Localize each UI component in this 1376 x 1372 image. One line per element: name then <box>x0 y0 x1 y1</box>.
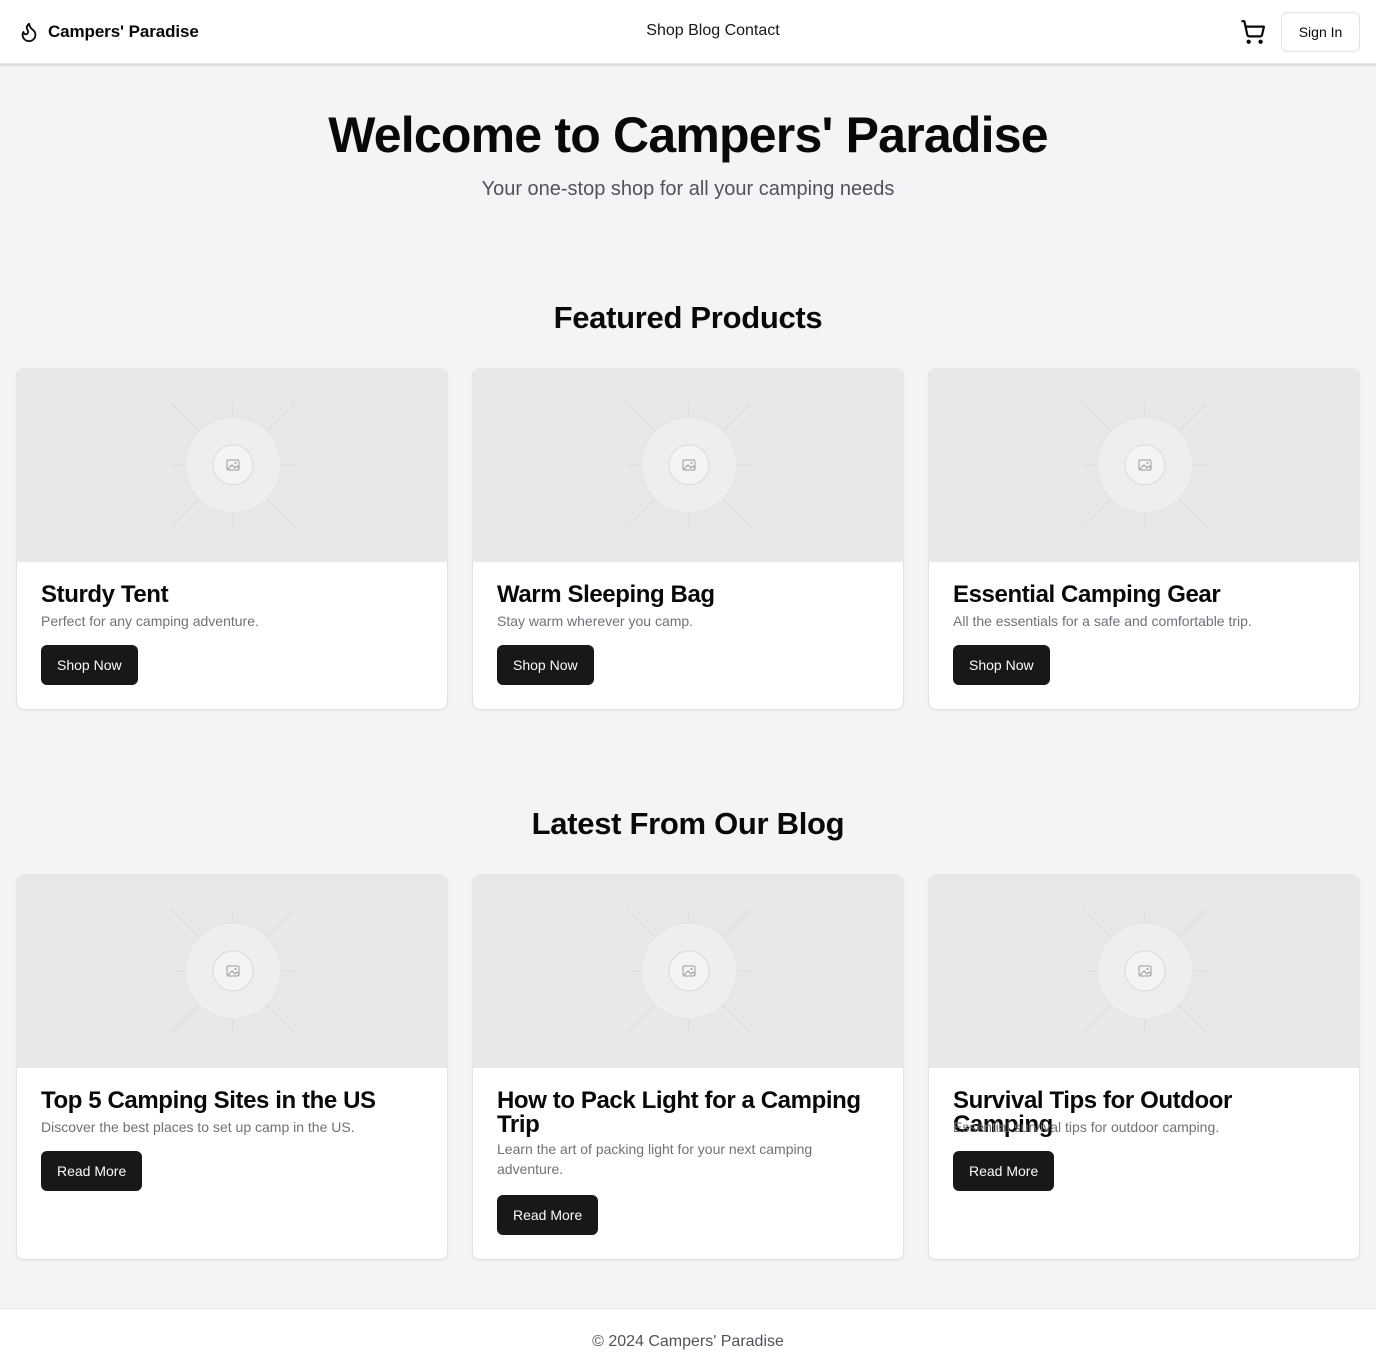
image-placeholder-icon <box>626 908 752 1034</box>
product-description: All the essentials for a safe and comfor… <box>953 613 1252 629</box>
product-title: Essential Camping Gear <box>953 581 1221 608</box>
image-placeholder-icon <box>1082 402 1208 528</box>
nav-link-blog[interactable]: Blog <box>688 22 720 39</box>
blog-title: How to Pack Light for a Camping Trip <box>497 1087 861 1138</box>
product-card: Essential Camping Gear All the essential… <box>928 368 1360 710</box>
image-placeholder-icon <box>1082 908 1208 1034</box>
product-image-placeholder <box>17 369 447 562</box>
blog-description: Essential survival tips for outdoor camp… <box>953 1119 1220 1135</box>
image-placeholder-icon <box>626 402 752 528</box>
read-more-button[interactable]: Read More <box>497 1195 599 1235</box>
read-more-button[interactable]: Read More <box>41 1151 143 1191</box>
hero-subtitle: Your one-stop shop for all your camping … <box>481 178 895 200</box>
blog-image-placeholder <box>473 875 903 1068</box>
blog-image-placeholder <box>17 875 447 1068</box>
shop-now-button[interactable]: Shop Now <box>41 645 138 685</box>
copyright-text: © 2024 Campers' Paradise <box>592 1333 784 1350</box>
blog-card: Top 5 Camping Sites in the US Discover t… <box>16 874 448 1260</box>
blog-title: Top 5 Camping Sites in the US <box>41 1087 376 1114</box>
product-title: Sturdy Tent <box>41 581 169 608</box>
product-description: Stay warm wherever you camp. <box>497 613 694 629</box>
main-nav: Shop Blog Contact <box>0 22 1376 40</box>
image-placeholder-icon <box>170 402 296 528</box>
site-footer: © 2024 Campers' Paradise <box>0 1308 1376 1372</box>
image-placeholder-icon <box>170 908 296 1034</box>
blog-image-placeholder <box>929 875 1359 1068</box>
blog-description: Discover the best places to set up camp … <box>41 1119 355 1135</box>
shop-now-button[interactable]: Shop Now <box>953 645 1050 685</box>
blog-card: How to Pack Light for a Camping Trip Lea… <box>472 874 904 1260</box>
hero-title: Welcome to Campers' Paradise <box>328 107 1048 163</box>
product-image-placeholder <box>473 369 903 562</box>
sign-in-button[interactable]: Sign In <box>1281 12 1360 52</box>
site-header: Campers' Paradise Shop Blog Contact Sign… <box>0 0 1376 64</box>
blog-description: Learn the art of packing light for your … <box>497 1141 813 1177</box>
featured-products-title: Featured Products <box>553 300 823 335</box>
product-title: Warm Sleeping Bag <box>497 581 715 608</box>
blog-card: Survival Tips for Outdoor Camping Essent… <box>928 874 1360 1260</box>
shopping-cart-icon[interactable] <box>1240 19 1266 45</box>
nav-link-shop[interactable]: Shop <box>646 22 683 39</box>
shop-now-button[interactable]: Shop Now <box>497 645 594 685</box>
product-card: Warm Sleeping Bag Stay warm wherever you… <box>472 368 904 710</box>
read-more-button[interactable]: Read More <box>953 1151 1055 1191</box>
blog-section-title: Latest From Our Blog <box>531 806 845 841</box>
product-description: Perfect for any camping adventure. <box>41 613 259 629</box>
nav-link-contact[interactable]: Contact <box>725 22 780 39</box>
product-card: Sturdy Tent Perfect for any camping adve… <box>16 368 448 710</box>
product-image-placeholder <box>929 369 1359 562</box>
